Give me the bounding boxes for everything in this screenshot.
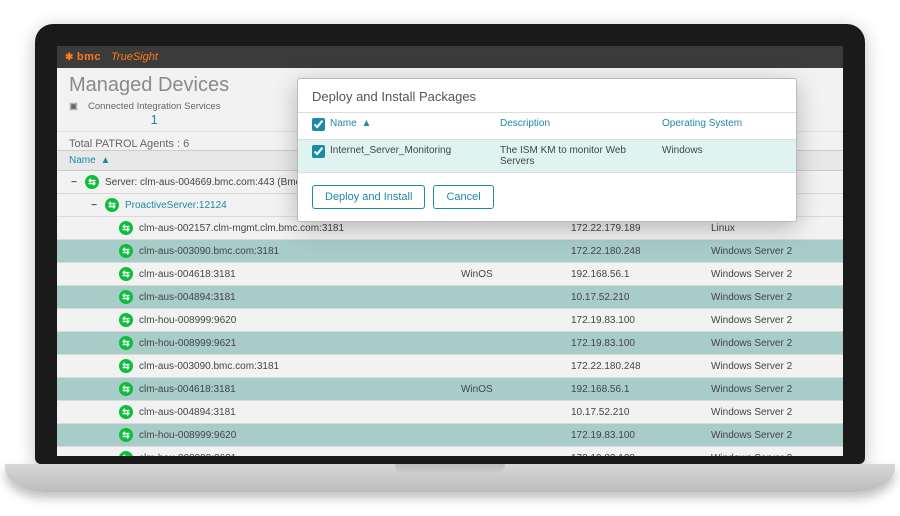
agent-ip: 172.19.83.100 — [571, 453, 711, 457]
agent-os: Windows Server 2 — [711, 315, 831, 326]
package-desc: The ISM KM to monitor Web Servers — [500, 145, 662, 167]
agent-name: clm-hou-008999:9621 — [139, 453, 236, 457]
cancel-button[interactable]: Cancel — [433, 185, 493, 209]
status-ok-icon — [119, 313, 133, 327]
agent-name: clm-aus-003090.bmc.com:3181 — [139, 361, 279, 372]
status-ok-icon — [119, 336, 133, 350]
select-all-checkbox[interactable] — [312, 118, 325, 131]
tree-agent-row[interactable]: clm-hou-008999:9620 172.19.83.100Windows … — [57, 424, 843, 447]
agent-name: clm-aus-004894:3181 — [139, 292, 236, 303]
agent-name: clm-aus-004618:3181 — [139, 269, 236, 280]
status-ok-icon — [119, 267, 133, 281]
deploy-dialog: Deploy and Install Packages Name ▲ Descr… — [297, 78, 797, 222]
tree-agent-row[interactable]: clm-aus-004618:3181 WinOS192.168.56.1Wind… — [57, 378, 843, 401]
collapse-icon[interactable]: − — [89, 200, 99, 211]
agent-winos: WinOS — [461, 269, 571, 280]
status-ok-icon — [119, 451, 133, 456]
app-topbar: bmc TrueSight — [57, 46, 843, 68]
agent-os: Windows Server 2 — [711, 338, 831, 349]
package-checkbox[interactable] — [312, 145, 325, 158]
agent-os: Windows Server 2 — [711, 453, 831, 457]
agent-ip: 172.19.83.100 — [571, 338, 711, 349]
dialog-col-os[interactable]: Operating System — [662, 118, 782, 134]
agent-ip: 172.22.180.248 — [571, 246, 711, 257]
agent-ip: 172.22.180.248 — [571, 361, 711, 372]
agent-os: Windows Server 2 — [711, 246, 831, 257]
expand-icon[interactable]: ▣ — [69, 101, 78, 112]
tree-agent-row[interactable]: clm-hou-008999:9621 172.19.83.100Windows … — [57, 332, 843, 355]
status-ok-icon — [85, 175, 99, 189]
agent-ip: 172.19.83.100 — [571, 315, 711, 326]
agent-os: Windows Server 2 — [711, 361, 831, 372]
status-ok-icon — [119, 290, 133, 304]
status-ok-icon — [119, 359, 133, 373]
dialog-col-name[interactable]: Name — [330, 118, 357, 129]
agent-name: clm-hou-008999:9620 — [139, 430, 236, 441]
agent-name: clm-aus-004894:3181 — [139, 407, 236, 418]
agent-os: Windows Server 2 — [711, 430, 831, 441]
deploy-install-button[interactable]: Deploy and Install — [312, 185, 425, 209]
agent-ip: 192.168.56.1 — [571, 269, 711, 280]
crumb-count: 1 — [88, 112, 221, 127]
dialog-title: Deploy and Install Packages — [298, 79, 796, 112]
agent-ip: 172.22.179.189 — [571, 223, 711, 234]
status-ok-icon — [119, 221, 133, 235]
agent-name: clm-aus-004618:3181 — [139, 384, 236, 395]
status-ok-icon — [119, 405, 133, 419]
agent-os: Linux — [711, 223, 831, 234]
status-ok-icon — [119, 428, 133, 442]
agent-os: Windows Server 2 — [711, 384, 831, 395]
dialog-col-desc[interactable]: Description — [500, 118, 662, 134]
agent-name: clm-hou-008999:9620 — [139, 315, 236, 326]
bmc-logo: bmc — [65, 51, 101, 63]
agent-os: Windows Server 2 — [711, 269, 831, 280]
collapse-icon[interactable]: − — [69, 177, 79, 188]
dialog-package-row[interactable]: Internet_Server_Monitoring The ISM KM to… — [298, 140, 796, 173]
agent-name: clm-hou-008999:9621 — [139, 338, 236, 349]
tree-agent-row[interactable]: clm-aus-003090.bmc.com:3181 172.22.180.24… — [57, 355, 843, 378]
status-ok-icon — [105, 198, 119, 212]
tree-agent-row[interactable]: clm-aus-004894:3181 10.17.52.210Windows S… — [57, 401, 843, 424]
tree-agent-row[interactable]: clm-hou-008999:9620 172.19.83.100Windows … — [57, 309, 843, 332]
agent-os: Windows Server 2 — [711, 292, 831, 303]
tree-agent-row[interactable]: clm-aus-004618:3181 WinOS192.168.56.1Wind… — [57, 263, 843, 286]
agent-name: clm-aus-003090.bmc.com:3181 — [139, 246, 279, 257]
product-name: TrueSight — [111, 51, 158, 63]
col-name[interactable]: Name — [69, 155, 96, 166]
agent-ip: 192.168.56.1 — [571, 384, 711, 395]
status-ok-icon — [119, 244, 133, 258]
sort-asc-icon: ▲ — [361, 118, 371, 129]
package-name: Internet_Server_Monitoring — [330, 145, 500, 167]
agent-ip: 10.17.52.210 — [571, 407, 711, 418]
proactive-link[interactable]: ProactiveServer:12124 — [125, 200, 227, 211]
sort-asc-icon: ▲ — [100, 155, 110, 166]
status-ok-icon — [119, 382, 133, 396]
agent-winos: WinOS — [461, 384, 571, 395]
agent-os: Windows Server 2 — [711, 407, 831, 418]
package-os: Windows — [662, 145, 782, 167]
agent-name: clm-aus-002157.clm-mgmt.clm.bmc.com:3181 — [139, 223, 344, 234]
crumb-label: Connected Integration Services — [88, 101, 221, 112]
tree-agent-row[interactable]: clm-aus-004894:3181 10.17.52.210Windows S… — [57, 286, 843, 309]
tree-agent-row[interactable]: clm-hou-008999:9621 172.19.83.100Windows … — [57, 447, 843, 456]
agent-ip: 172.19.83.100 — [571, 430, 711, 441]
tree-agent-row[interactable]: clm-aus-003090.bmc.com:3181 172.22.180.24… — [57, 240, 843, 263]
laptop-base — [5, 464, 895, 492]
agent-ip: 10.17.52.210 — [571, 292, 711, 303]
